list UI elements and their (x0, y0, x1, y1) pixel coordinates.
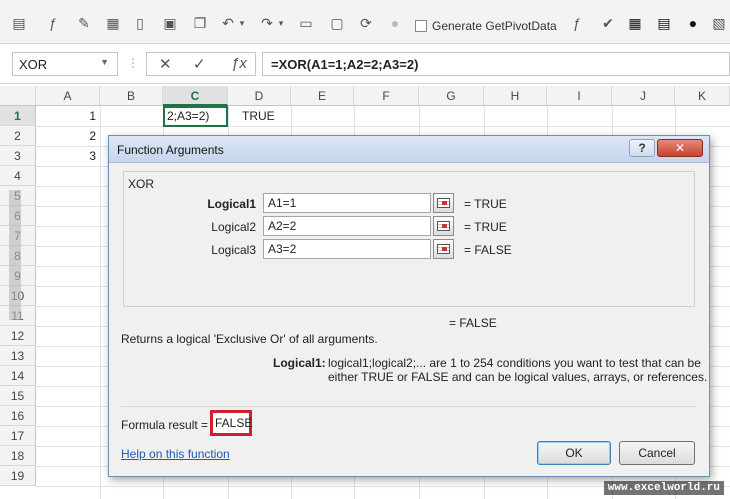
function-wizard-icon[interactable]: ƒ (568, 14, 586, 32)
select-all-corner[interactable] (0, 86, 36, 106)
side-panel-handle[interactable] (9, 190, 21, 320)
excel-file-icon[interactable]: ▣ (161, 14, 179, 32)
column-header-j[interactable]: J (612, 86, 675, 106)
arg-input-logical3[interactable]: A3=2 (263, 239, 431, 259)
drag-handle-icon[interactable]: ⋮ (127, 56, 139, 70)
cell-a1[interactable]: 1 (36, 106, 100, 126)
row-header-12[interactable]: 12 (0, 326, 36, 346)
column-header-h[interactable]: H (484, 86, 547, 106)
cell-d1[interactable]: TRUE (238, 106, 291, 126)
refresh-icon[interactable]: ⟳ (357, 14, 375, 32)
arg-help-label: Logical1: (273, 356, 326, 370)
arg-result-logical1: = TRUE (464, 197, 507, 211)
disabled-circle-icon: ● (390, 15, 400, 31)
row-header-14[interactable]: 14 (0, 366, 36, 386)
arg-input-logical2[interactable]: A2=2 (263, 216, 431, 236)
row-header-19[interactable]: 19 (0, 466, 36, 486)
function-name: XOR (128, 177, 155, 191)
cell-a3[interactable]: 3 (36, 146, 100, 166)
collapse-dialog-icon[interactable] (433, 193, 454, 213)
arg-label-logical1: Logical1 (207, 197, 256, 211)
watermark: www.excelworld.ru (603, 481, 724, 495)
chevron-down-icon[interactable]: ▼ (100, 57, 109, 67)
column-header-f[interactable]: F (354, 86, 419, 106)
row-header-3[interactable]: 3 (0, 146, 36, 166)
arg-label-logical2: Logical2 (211, 220, 256, 234)
function-arguments-dialog: Function Arguments ? ✕ XOR Logical1 A1=1… (108, 135, 710, 477)
name-box[interactable]: XOR ▼ (12, 52, 118, 76)
name-box-value: XOR (19, 57, 48, 72)
formula-result-label: Formula result = (121, 418, 209, 432)
formula-result-value: FALSE (210, 410, 252, 436)
dialog-title: Function Arguments (117, 143, 224, 157)
column-header-c[interactable]: C (163, 86, 228, 106)
mark-icon[interactable]: ✔ (599, 14, 617, 32)
arg-help-line1: logical1;logical2;... are 1 to 254 condi… (328, 356, 701, 370)
table-icon[interactable]: ▤ (655, 14, 673, 32)
row-header-17[interactable]: 17 (0, 426, 36, 446)
column-header-d[interactable]: D (228, 86, 291, 106)
gridline (36, 126, 730, 127)
generate-pivot-checkbox[interactable] (415, 20, 427, 32)
formula-input[interactable]: =XOR(A1=1;A2=2;A3=2) (262, 52, 730, 76)
column-header-i[interactable]: I (547, 86, 612, 106)
generate-pivot-label[interactable]: Generate GetPivotData (432, 19, 557, 33)
arg-label-logical3: Logical3 (211, 243, 256, 257)
formula-buttons: ✕ ✓ ƒx (146, 52, 256, 76)
formula-bar: XOR ▼ ⋮ ✕ ✓ ƒx =XOR(A1=1;A2=2;A3=2) (0, 44, 730, 84)
copy-icon[interactable]: ❐ (191, 14, 209, 32)
gridline (100, 106, 101, 499)
arg-input-logical1[interactable]: A1=1 (263, 193, 431, 213)
close-button[interactable]: ✕ (657, 139, 703, 157)
cancel-button[interactable]: Cancel (619, 441, 695, 465)
arguments-group: XOR Logical1 A1=1 = TRUE Logical2 A2=2 =… (123, 171, 695, 307)
row-header-13[interactable]: 13 (0, 346, 36, 366)
row-header-1[interactable]: 1 (0, 106, 36, 126)
row-header-4[interactable]: 4 (0, 166, 36, 186)
function-description: Returns a logical 'Exclusive Or' of all … (121, 332, 378, 346)
new-document-icon[interactable]: ▯ (131, 14, 149, 32)
quick-access-toolbar: ▤ ƒ ✎ ▦ ▯ ▣ ❐ ↶ ▾ ↷ ▾ ▭ ▢ ⟳ ● Generate G… (0, 0, 730, 44)
more-icon[interactable]: ▧ (710, 14, 728, 32)
help-link[interactable]: Help on this function (121, 447, 230, 461)
row-header-15[interactable]: 15 (0, 386, 36, 406)
preview-icon[interactable]: ▤ (10, 14, 28, 32)
divider (121, 406, 697, 407)
active-cell-border (163, 106, 228, 127)
ball-icon[interactable]: ● (684, 14, 702, 32)
new-sheet-icon[interactable]: ▭ (297, 14, 315, 32)
insert-function-icon[interactable]: ƒ (44, 14, 62, 32)
cancel-formula-icon[interactable]: ✕ (159, 55, 172, 73)
column-header-a[interactable]: A (36, 86, 100, 106)
column-header-g[interactable]: G (419, 86, 484, 106)
column-header-b[interactable]: B (100, 86, 163, 106)
column-header-e[interactable]: E (291, 86, 354, 106)
row-header-18[interactable]: 18 (0, 446, 36, 466)
redo-dropdown-icon[interactable]: ▾ (272, 14, 290, 32)
overall-result: = FALSE (449, 316, 497, 330)
cell-a2[interactable]: 2 (36, 126, 100, 146)
dialog-title-bar[interactable]: Function Arguments ? ✕ (109, 136, 709, 163)
arg-help-line2: either TRUE or FALSE and can be logical … (328, 370, 708, 384)
collapse-dialog-icon[interactable] (433, 239, 454, 259)
format-painter-icon[interactable]: ✎ (75, 14, 93, 32)
row-header-2[interactable]: 2 (0, 126, 36, 146)
enter-formula-icon[interactable]: ✓ (193, 55, 206, 73)
column-header-k[interactable]: K (675, 86, 730, 106)
collapse-dialog-icon[interactable] (433, 216, 454, 236)
row-header-16[interactable]: 16 (0, 406, 36, 426)
undo-dropdown-icon[interactable]: ▾ (233, 14, 251, 32)
open-file-icon[interactable]: ▢ (328, 14, 346, 32)
insert-function-icon[interactable]: ƒx (231, 55, 247, 72)
paste-icon[interactable]: ▦ (104, 14, 122, 32)
arg-result-logical3: = FALSE (464, 243, 512, 257)
help-button[interactable]: ? (629, 139, 655, 157)
ok-button[interactable]: OK (537, 441, 611, 465)
grid-icon[interactable]: ▦ (626, 14, 644, 32)
arg-result-logical2: = TRUE (464, 220, 507, 234)
